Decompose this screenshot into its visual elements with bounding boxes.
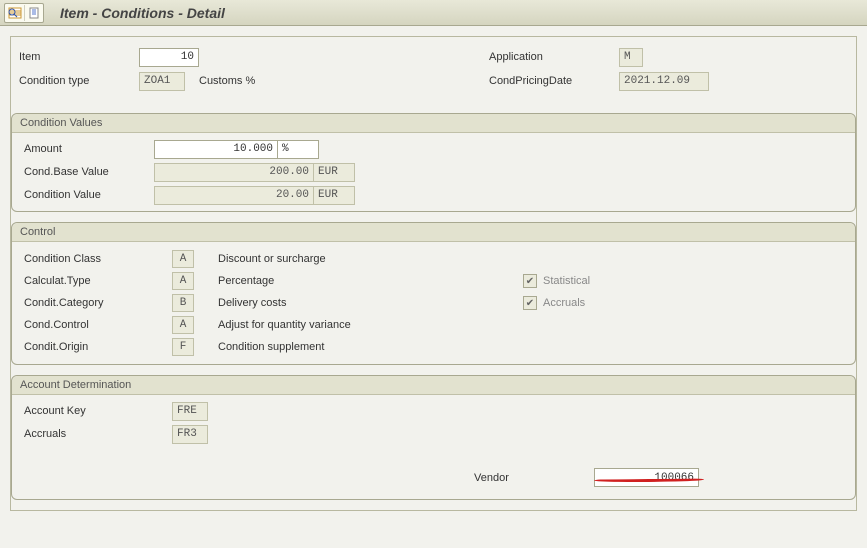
account-title: Account Determination — [12, 376, 855, 395]
control-code-4: F — [172, 338, 194, 356]
control-label-2: Condit.Category — [24, 297, 172, 309]
base-label: Cond.Base Value — [24, 166, 154, 178]
control-label-0: Condition Class — [24, 253, 172, 265]
cond-type-label: Condition type — [19, 75, 139, 87]
condition-values-group: Condition Values Amount 10.000 % Cond.Ba… — [11, 113, 856, 212]
control-label-4: Condit.Origin — [24, 341, 172, 353]
account-key-label: Account Key — [24, 405, 172, 417]
control-code-1: A — [172, 272, 194, 290]
control-desc-2: Delivery costs — [218, 297, 286, 309]
amount-unit[interactable]: % — [277, 140, 319, 159]
amount-label: Amount — [24, 143, 154, 155]
title-toolbar — [4, 3, 44, 23]
application-field: M — [619, 48, 643, 67]
accruals-field: FR3 — [172, 425, 208, 444]
accruals-label: Accruals — [24, 428, 172, 440]
condition-values-title: Condition Values — [12, 114, 855, 133]
cond-value-label: Condition Value — [24, 189, 154, 201]
control-desc-3: Adjust for quantity variance — [218, 319, 351, 331]
accruals-check-label: Accruals — [543, 297, 585, 309]
control-title: Control — [12, 223, 855, 242]
item-label: Item — [19, 51, 139, 63]
accruals-checkbox: ✔ — [523, 296, 537, 310]
cond-value-field: 20.00 — [154, 186, 314, 205]
pricing-date-field: 2021.12.09 — [619, 72, 709, 91]
window-title: Item - Conditions - Detail — [60, 5, 225, 21]
control-label-1: Calculat.Type — [24, 275, 172, 287]
cond-type-desc: Customs % — [199, 75, 255, 87]
document-icon[interactable] — [24, 5, 42, 21]
cond-value-unit: EUR — [313, 186, 355, 205]
overview-icon[interactable] — [6, 5, 24, 21]
control-code-3: A — [172, 316, 194, 334]
application-label: Application — [489, 51, 619, 63]
control-label-3: Cond.Control — [24, 319, 172, 331]
control-desc-4: Condition supplement — [218, 341, 324, 353]
control-desc-1: Percentage — [218, 275, 274, 287]
account-key-field: FRE — [172, 402, 208, 421]
item-field[interactable]: 10 — [139, 48, 199, 67]
base-field: 200.00 — [154, 163, 314, 182]
statistical-label: Statistical — [543, 275, 590, 287]
cond-type-field: ZOA1 — [139, 72, 185, 91]
pricing-date-label: CondPricingDate — [489, 75, 619, 87]
statistical-checkbox: ✔ — [523, 274, 537, 288]
control-group: Control Condition Class A Discount or su… — [11, 222, 856, 365]
amount-field[interactable]: 10.000 — [154, 140, 278, 159]
base-unit: EUR — [313, 163, 355, 182]
control-code-0: A — [172, 250, 194, 268]
vendor-label: Vendor — [474, 472, 594, 484]
control-desc-0: Discount or surcharge — [218, 253, 326, 265]
header-section: Item 10 Condition type ZOA1 Customs % Ap… — [11, 37, 856, 111]
title-bar: Item - Conditions - Detail — [0, 0, 867, 26]
control-code-2: B — [172, 294, 194, 312]
account-group: Account Determination Account Key FRE Ac… — [11, 375, 856, 500]
